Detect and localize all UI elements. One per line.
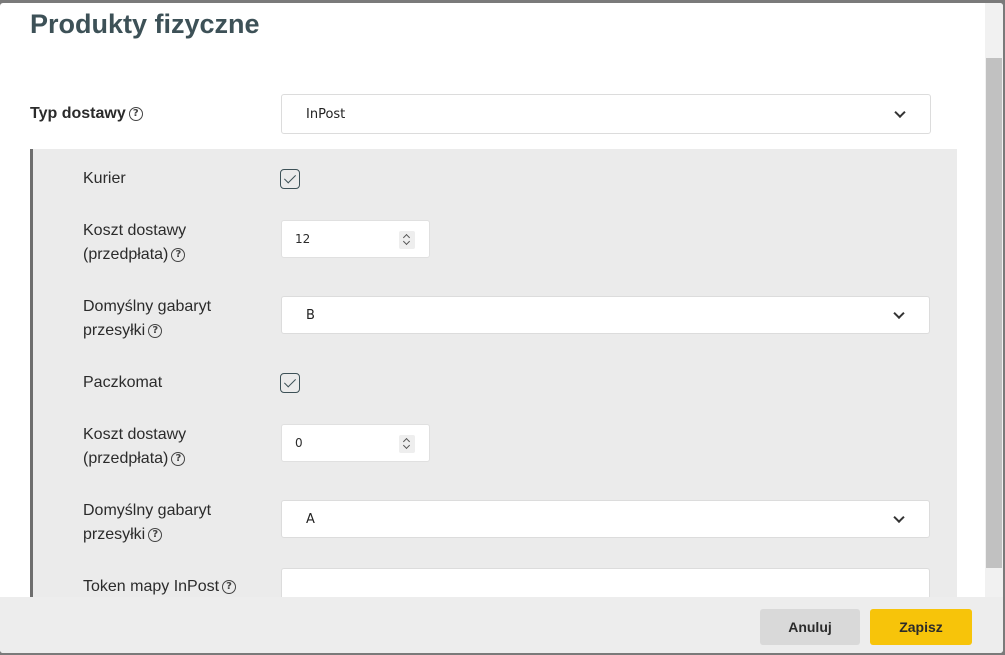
modal-title: Produkty fizyczne [30, 9, 260, 39]
courier-size-label: Domyślny gabaryt przesyłki? [83, 295, 211, 343]
courier-cost-label-line2: (przedpłata) [83, 246, 169, 263]
delivery-type-value: InPost [306, 106, 346, 122]
courier-cost-value: 12 [295, 232, 311, 246]
locker-cost-input[interactable]: 0 [281, 424, 430, 462]
delivery-type-label: Typ dostawy? [30, 102, 143, 126]
courier-size-value: B [306, 307, 315, 323]
help-icon[interactable]: ? [128, 107, 143, 121]
cancel-button[interactable]: Anuluj [760, 609, 860, 645]
help-icon[interactable]: ? [148, 528, 163, 542]
locker-cost-value: 0 [295, 436, 303, 450]
locker-cost-label-line1: Koszt dostawy [83, 426, 187, 443]
courier-size-label-line1: Domyślny gabaryt [83, 298, 212, 315]
courier-cost-input[interactable]: 12 [281, 220, 430, 258]
delivery-type-select[interactable]: InPost [281, 94, 931, 134]
chevron-down-icon [893, 307, 905, 320]
save-button[interactable]: Zapisz [870, 609, 972, 645]
locker-size-label: Domyślny gabaryt przesyłki? [83, 499, 211, 547]
locker-label: Paczkomat [83, 374, 163, 391]
locker-size-label-line1: Domyślny gabaryt [83, 502, 212, 519]
help-icon[interactable]: ? [148, 324, 163, 338]
courier-cost-label: Koszt dostawy (przedpłata)? [83, 219, 186, 267]
courier-size-select[interactable]: B [281, 296, 930, 334]
locker-size-label-line2: przesyłki [83, 526, 146, 543]
courier-cost-label-line1: Koszt dostawy [83, 222, 187, 239]
delivery-type-label-text: Typ dostawy [30, 105, 126, 122]
courier-size-label-line2: przesyłki [83, 322, 146, 339]
stepper-icon[interactable] [399, 435, 415, 453]
locker-cost-label: Koszt dostawy (przedpłata)? [83, 423, 186, 471]
locker-cost-label-line2: (przedpłata) [83, 450, 169, 467]
scrollbar-thumb[interactable] [986, 58, 1002, 568]
modal-dialog: Produkty fizyczne Typ dostawy? InPost Ku… [0, 3, 1003, 653]
chevron-down-icon [893, 511, 905, 524]
map-token-label-text: Token mapy InPost [83, 578, 220, 595]
locker-size-select[interactable]: A [281, 500, 930, 538]
courier-label: Kurier [83, 170, 126, 187]
map-token-label: Token mapy InPost? [83, 575, 237, 599]
stepper-icon[interactable] [399, 231, 415, 249]
help-icon[interactable]: ? [171, 452, 186, 466]
help-icon[interactable]: ? [171, 248, 186, 262]
chevron-down-icon [894, 106, 906, 119]
modal-footer: Anuluj Zapisz [0, 597, 1003, 653]
locker-checkbox[interactable] [280, 373, 300, 393]
help-icon[interactable]: ? [222, 580, 237, 594]
locker-size-value: A [306, 511, 315, 527]
courier-checkbox[interactable] [280, 169, 300, 189]
